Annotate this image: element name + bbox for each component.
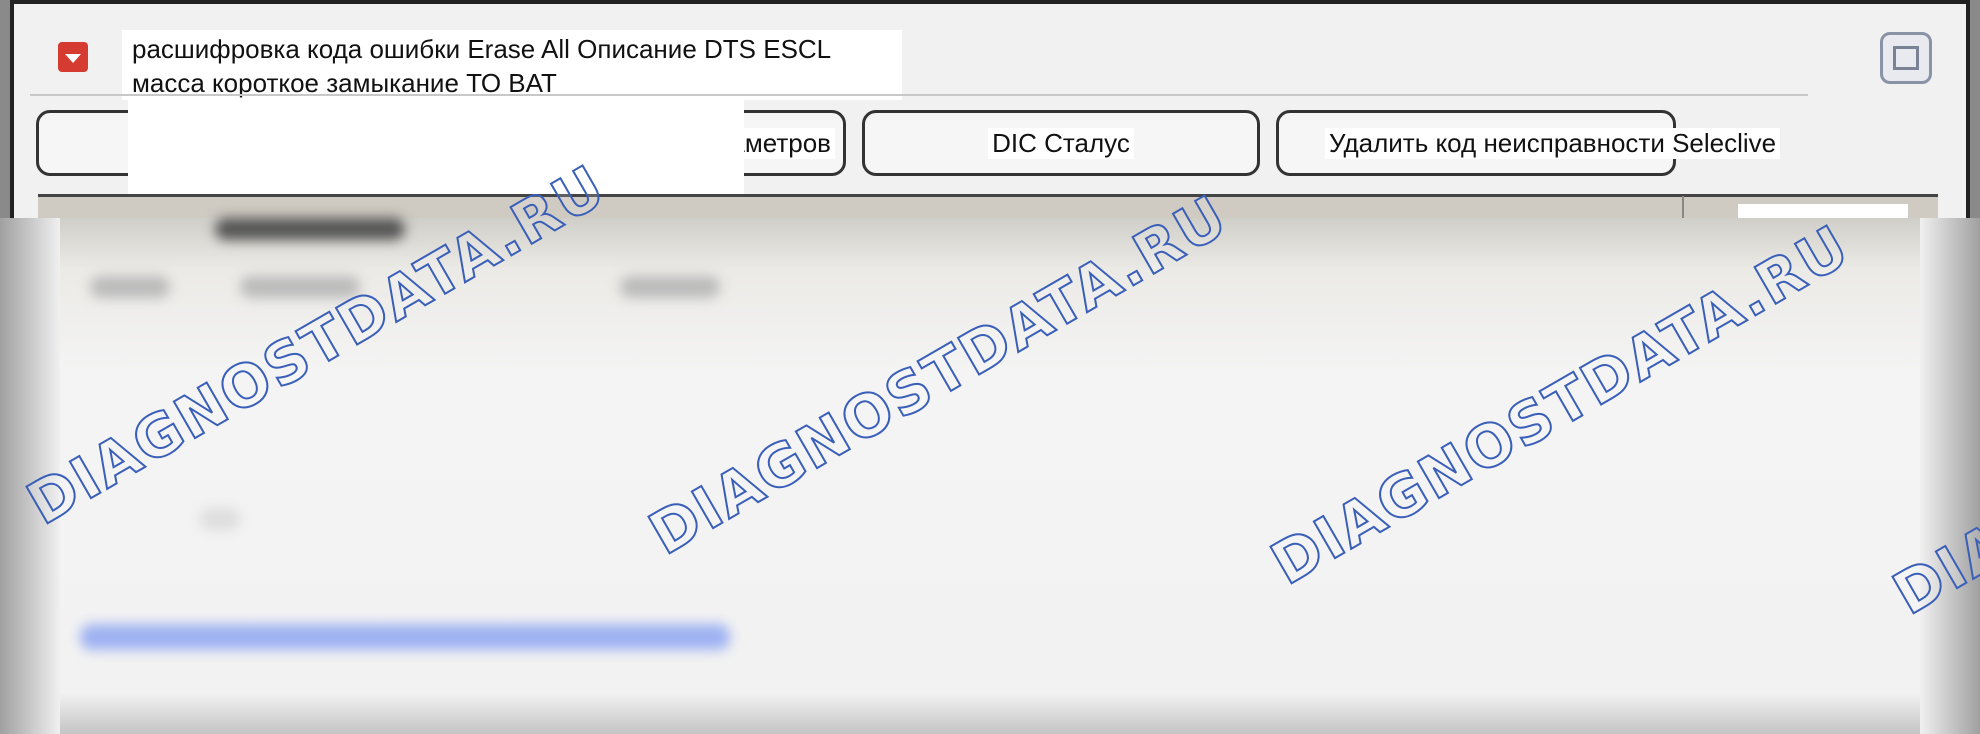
blurred-heading: [215, 218, 405, 240]
dic-status-label: DIC Сталус: [988, 127, 1134, 159]
blurred-link: [80, 624, 730, 650]
delete-dtc-label: Удалить код неисправности Seleclive: [1325, 127, 1781, 159]
title-divider: [30, 94, 1808, 96]
dropdown-arrow-icon[interactable]: [58, 42, 88, 72]
title-line-1: расшифровка кода ошибки Erase All Описан…: [132, 34, 832, 64]
delete-dtc-button[interactable]: Удалить код неисправности Seleclive: [1276, 110, 1781, 176]
maximize-icon[interactable]: [1880, 32, 1932, 84]
dic-status-button[interactable]: DIC Сталус: [862, 110, 1260, 176]
